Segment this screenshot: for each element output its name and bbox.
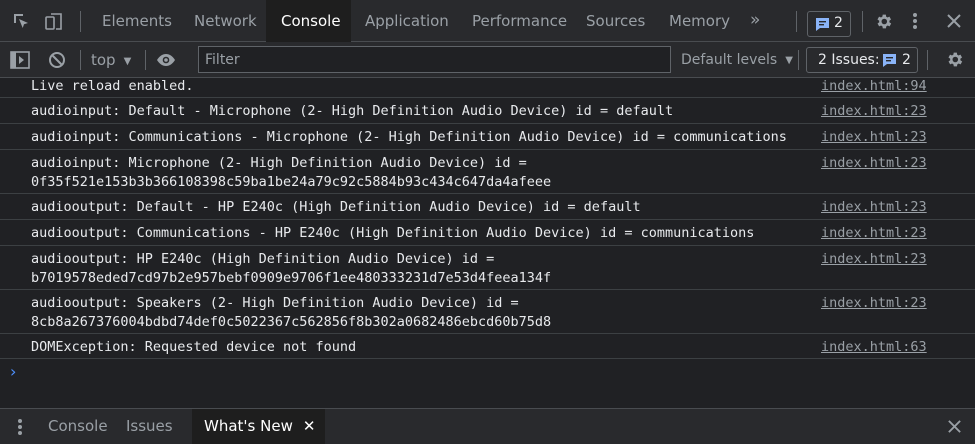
clear-console-icon[interactable]: [48, 51, 66, 69]
log-source-link[interactable]: index.html:23: [821, 102, 927, 121]
toolbar-divider: [80, 11, 81, 32]
prompt-chevron-icon: ›: [10, 362, 17, 381]
log-entry: audiooutput: Speakers (2- High Definitio…: [0, 290, 975, 334]
drawer-tab-issues[interactable]: Issues: [126, 409, 173, 444]
issues-label: 2 Issues:: [818, 52, 880, 68]
drawer-tab-bar: Console Issues What's New ✕: [0, 408, 975, 444]
log-source-link[interactable]: index.html:63: [821, 338, 927, 357]
log-message: audioinput: Default - Microphone (2- Hig…: [31, 103, 674, 119]
settings-gear-icon[interactable]: [874, 12, 893, 31]
log-entry: audiooutput: Communications - HP E240c (…: [0, 220, 975, 246]
close-drawer-icon[interactable]: [947, 419, 962, 434]
inspect-element-icon[interactable]: [12, 12, 30, 30]
log-entry: DOMException: Requested device not found…: [0, 334, 975, 359]
log-message: audiooutput: Default - HP E240c (High De…: [31, 199, 641, 215]
log-source-link[interactable]: index.html:23: [821, 250, 927, 269]
toolbar-divider: [796, 11, 797, 32]
console-settings-gear-icon[interactable]: [945, 50, 964, 69]
log-message: DOMException: Requested device not found: [31, 339, 357, 355]
log-levels-dropdown[interactable]: Default levels ▼: [681, 42, 793, 78]
tab-memory[interactable]: Memory: [669, 0, 730, 42]
drawer-tab-whats-new[interactable]: What's New ✕: [192, 409, 326, 444]
toolbar-divider: [80, 50, 81, 70]
console-toolbar: top ▼ Default levels ▼ 2 Issues: 2: [0, 42, 975, 78]
log-message: Live reload enabled.: [31, 78, 194, 94]
execution-context-label: top: [91, 51, 116, 69]
log-entry: audiooutput: HP E240c (High Definition A…: [0, 246, 975, 290]
message-icon: [815, 17, 830, 32]
more-options-kebab-icon[interactable]: [912, 12, 918, 30]
live-expression-eye-icon[interactable]: [156, 52, 176, 68]
log-source-link[interactable]: index.html:23: [821, 294, 927, 313]
close-devtools-icon[interactable]: [946, 13, 962, 29]
log-message: audioinput: Microphone (2- High Definiti…: [31, 155, 552, 190]
tab-network[interactable]: Network: [194, 0, 257, 42]
issues-button[interactable]: 2 Issues: 2: [806, 47, 918, 73]
log-source-link[interactable]: index.html:23: [821, 154, 927, 173]
toggle-sidebar-icon[interactable]: [10, 51, 30, 69]
tab-performance[interactable]: Performance: [472, 0, 567, 42]
tab-application[interactable]: Application: [365, 0, 449, 42]
console-scrollbar[interactable]: [967, 78, 975, 408]
issues-count: 2: [902, 52, 911, 68]
toolbar-divider: [862, 11, 863, 32]
log-source-link[interactable]: index.html:23: [821, 128, 927, 147]
drawer-tab-whats-new-label: What's New: [204, 417, 293, 435]
tab-elements[interactable]: Elements: [102, 0, 172, 42]
dropdown-caret-icon: ▼: [123, 56, 132, 67]
toolbar-divider: [927, 50, 928, 70]
dropdown-caret-icon: ▼: [785, 55, 793, 66]
toolbar-divider: [798, 50, 799, 70]
drawer-tab-console[interactable]: Console: [48, 409, 108, 444]
devtools-tab-bar: Elements Network Console Application Per…: [0, 0, 975, 42]
log-source-link[interactable]: index.html:23: [821, 198, 927, 217]
log-entry: audioinput: Communications - Microphone …: [0, 124, 975, 150]
messages-count: 2: [834, 15, 843, 31]
log-message: audiooutput: HP E240c (High Definition A…: [31, 251, 552, 286]
issues-message-icon: [882, 53, 897, 68]
tab-sources[interactable]: Sources: [586, 0, 645, 42]
log-entry: audioinput: Microphone (2- High Definiti…: [0, 150, 975, 194]
log-message: audiooutput: Communications - HP E240c (…: [31, 225, 755, 241]
drawer-menu-kebab-icon[interactable]: [17, 418, 23, 436]
console-prompt-input[interactable]: [28, 358, 968, 380]
more-tabs-chevron-icon[interactable]: »: [750, 0, 760, 42]
log-source-link[interactable]: index.html:23: [821, 224, 927, 243]
messages-button[interactable]: 2: [807, 11, 851, 37]
log-message: audiooutput: Speakers (2- High Definitio…: [31, 295, 552, 330]
close-tab-icon[interactable]: ✕: [303, 417, 316, 435]
device-toolbar-icon[interactable]: [44, 12, 64, 30]
log-entry: audiooutput: Default - HP E240c (High De…: [0, 194, 975, 220]
log-entry: Live reload enabled. index.html:94: [0, 78, 975, 98]
execution-context-select[interactable]: top ▼: [91, 42, 131, 78]
log-message: audioinput: Communications - Microphone …: [31, 129, 787, 145]
log-source-link[interactable]: index.html:94: [821, 77, 927, 96]
tab-console[interactable]: Console: [266, 0, 351, 42]
toolbar-divider: [145, 50, 146, 70]
log-entry: audioinput: Default - Microphone (2- Hig…: [0, 98, 975, 124]
log-levels-label: Default levels: [681, 52, 778, 68]
console-log: Live reload enabled. index.html:94 audio…: [0, 78, 975, 359]
console-filter-input[interactable]: [198, 46, 671, 73]
